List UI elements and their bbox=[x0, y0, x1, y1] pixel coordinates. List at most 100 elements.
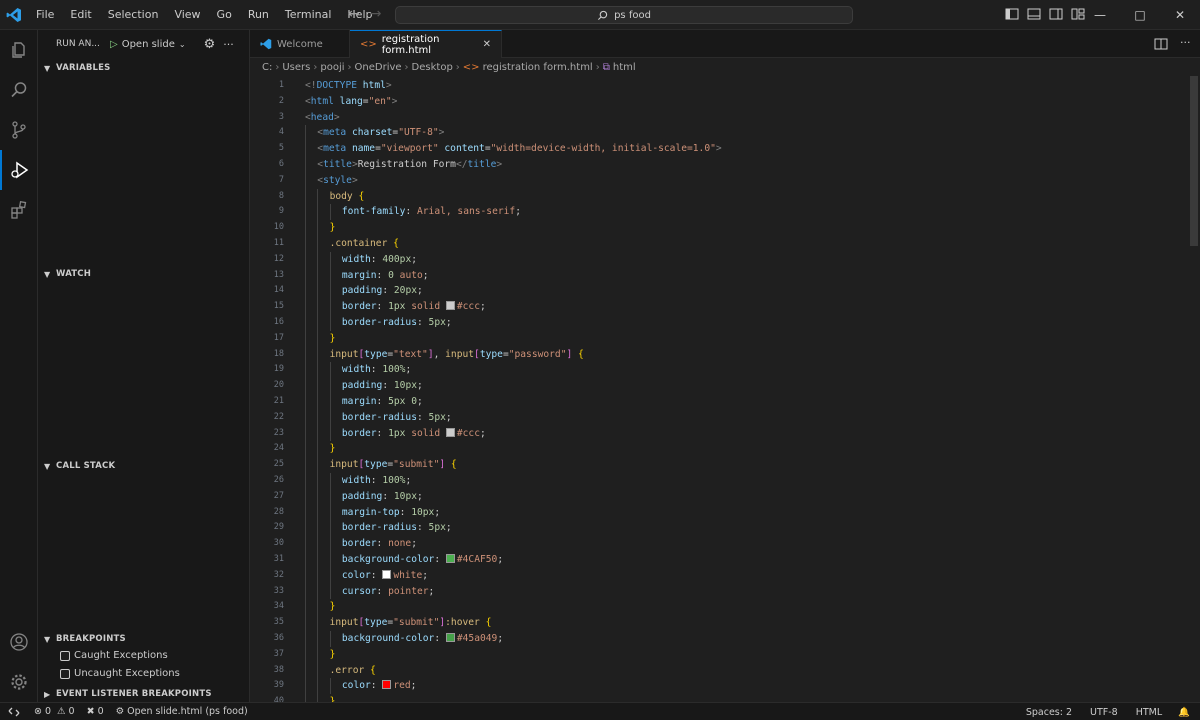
code-line[interactable]: 34} bbox=[250, 599, 1190, 616]
menu-terminal[interactable]: Terminal bbox=[277, 0, 340, 30]
menu-file[interactable]: File bbox=[28, 0, 62, 30]
code-line[interactable]: 10} bbox=[250, 220, 1190, 236]
code-line[interactable]: 11 .container { bbox=[250, 236, 1190, 252]
language-status[interactable]: HTML bbox=[1130, 707, 1168, 718]
code-line[interactable]: 37} bbox=[250, 646, 1190, 663]
chevron-down-icon[interactable]: ⌄ bbox=[179, 40, 186, 49]
checkbox[interactable] bbox=[60, 668, 70, 679]
breakpoint-caught-exceptions[interactable]: Caught Exceptions bbox=[60, 650, 168, 661]
section-watch[interactable]: ▼ WATCH bbox=[38, 263, 250, 285]
menu-go[interactable]: Go bbox=[209, 0, 240, 30]
code-line[interactable]: 35 input[type="submit"]:hover { bbox=[250, 615, 1190, 631]
color-swatch[interactable] bbox=[445, 633, 455, 642]
code-line[interactable]: 26 width: 100%; bbox=[250, 473, 1190, 489]
code-line[interactable]: 28 margin-top: 10px; bbox=[250, 504, 1190, 521]
color-swatch[interactable] bbox=[382, 680, 392, 690]
code-line[interactable]: 6 <title>Registration Form</title> bbox=[250, 157, 1190, 173]
search-view-icon[interactable] bbox=[0, 70, 38, 110]
code-line[interactable]: 1 <!DOCTYPE html> bbox=[250, 78, 1190, 94]
source-control-icon[interactable] bbox=[0, 110, 38, 150]
code-line[interactable]: 20 padding: 10px; bbox=[250, 378, 1190, 394]
accounts-icon[interactable] bbox=[0, 622, 38, 662]
checkbox[interactable] bbox=[60, 650, 70, 661]
code-line[interactable]: 29 border-radius: 5px; bbox=[250, 520, 1190, 537]
more-actions-icon[interactable]: ··· bbox=[1180, 36, 1191, 49]
editor-scrollbar[interactable] bbox=[1188, 76, 1200, 702]
code-line[interactable]: 22 border-radius: 5px; bbox=[250, 409, 1190, 426]
section-call-stack[interactable]: ▼ CALL STACK bbox=[38, 455, 250, 477]
section-variables[interactable]: ▼ VARIABLES bbox=[38, 57, 250, 79]
code-line[interactable]: 31 background-color: #4CAF50; bbox=[250, 552, 1190, 568]
code-line[interactable]: 5 <meta name="viewport" content="width=de… bbox=[250, 141, 1190, 157]
code-line[interactable]: 27 padding: 10px; bbox=[250, 488, 1190, 505]
extensions-icon[interactable] bbox=[0, 190, 38, 230]
breakpoint-uncaught-exceptions[interactable]: Uncaught Exceptions bbox=[60, 668, 180, 679]
close-window-icon[interactable]: ✕ bbox=[1160, 0, 1200, 30]
run-and-debug-icon[interactable] bbox=[0, 150, 38, 190]
open-launch-json-gear-icon[interactable]: ⚙ bbox=[204, 37, 216, 52]
problems-indicator[interactable]: ⊗ 0 ⚠ 0 bbox=[28, 706, 81, 717]
code-line[interactable]: 14 padding: 20px; bbox=[250, 283, 1190, 300]
code-line[interactable]: 2 <html lang="en"> bbox=[250, 94, 1190, 110]
code-editor[interactable]: 1 <!DOCTYPE html> 2 <html lang="en"> 3 <head>… bbox=[250, 76, 1190, 702]
code-line[interactable]: 18 input[type="text"], input[type="passwo… bbox=[250, 346, 1190, 363]
remote-indicator-icon[interactable] bbox=[0, 703, 28, 720]
split-editor-icon[interactable] bbox=[1154, 37, 1168, 54]
manage-gear-icon[interactable] bbox=[0, 662, 38, 702]
code-line[interactable]: 40} bbox=[250, 694, 1190, 702]
code-line[interactable]: 38 .error { bbox=[250, 662, 1190, 679]
color-swatch[interactable] bbox=[445, 301, 455, 311]
toggle-panel-icon[interactable] bbox=[1027, 7, 1041, 21]
breadcrumb-item[interactable]: OneDrive bbox=[355, 62, 402, 73]
menu-edit[interactable]: Edit bbox=[62, 0, 99, 30]
color-swatch[interactable] bbox=[382, 569, 392, 579]
ports-indicator[interactable]: ✖ 0 bbox=[81, 706, 110, 717]
command-center[interactable]: ps food bbox=[395, 6, 853, 24]
color-swatch[interactable] bbox=[445, 427, 455, 437]
debug-launch-status[interactable]: ⚙ Open slide.html (ps food) bbox=[110, 706, 254, 717]
maximize-icon[interactable]: □ bbox=[1120, 0, 1160, 30]
code-line[interactable]: 8 body { bbox=[250, 188, 1190, 205]
code-line[interactable]: 15 border: 1px solid #ccc; bbox=[250, 299, 1190, 315]
code-line[interactable]: 16 border-radius: 5px; bbox=[250, 315, 1190, 331]
code-line[interactable]: 17} bbox=[250, 330, 1190, 347]
section-breakpoints[interactable]: ▼ BREAKPOINTS bbox=[38, 628, 250, 650]
code-line[interactable]: 21 margin: 5px 0; bbox=[250, 394, 1190, 410]
code-line[interactable]: 24} bbox=[250, 441, 1190, 458]
breadcrumb-item[interactable]: registration form.html bbox=[483, 62, 593, 73]
close-tab-icon[interactable]: ✕ bbox=[483, 39, 491, 50]
code-line[interactable]: 32 color: white; bbox=[250, 567, 1190, 584]
code-line[interactable]: 4 <meta charset="UTF-8"> bbox=[250, 125, 1190, 142]
more-actions-icon[interactable]: ··· bbox=[223, 38, 234, 51]
encoding-status[interactable]: UTF-8 bbox=[1078, 707, 1130, 718]
breadcrumb-item[interactable]: Users bbox=[282, 62, 310, 73]
toggle-primary-sidebar-icon[interactable] bbox=[1005, 7, 1019, 21]
breadcrumb-item[interactable]: html bbox=[613, 62, 636, 73]
breadcrumb-item[interactable]: pooji bbox=[320, 62, 344, 73]
start-debugging-button[interactable]: ▷ Open slide ⌄ bbox=[106, 37, 190, 52]
tab-registration-form[interactable]: <> registration form.html ✕ bbox=[350, 30, 502, 58]
indentation-status[interactable]: Spaces: 2 bbox=[1020, 707, 1078, 718]
code-line[interactable]: 3 <head> bbox=[250, 110, 1190, 126]
breadcrumb-item[interactable]: Desktop bbox=[412, 62, 453, 73]
forward-arrow-icon[interactable]: → bbox=[370, 6, 382, 22]
menu-view[interactable]: View bbox=[166, 0, 208, 30]
menu-selection[interactable]: Selection bbox=[100, 0, 167, 30]
code-line[interactable]: 39 color: red; bbox=[250, 678, 1190, 695]
code-line[interactable]: 19 width: 100%; bbox=[250, 362, 1190, 379]
color-swatch[interactable] bbox=[445, 554, 455, 563]
code-line[interactable]: 33 cursor: pointer; bbox=[250, 583, 1190, 600]
minimize-icon[interactable]: — bbox=[1080, 0, 1120, 30]
code-line[interactable]: 25 input[type="submit"] { bbox=[250, 457, 1190, 473]
back-arrow-icon[interactable]: ← bbox=[348, 6, 360, 22]
menu-run[interactable]: Run bbox=[240, 0, 277, 30]
code-line[interactable]: 36 background-color: #45a049; bbox=[250, 631, 1190, 647]
code-line[interactable]: 30 border: none; bbox=[250, 536, 1190, 552]
code-line[interactable]: 23 border: 1px solid #ccc; bbox=[250, 425, 1190, 442]
code-line[interactable]: 9 font-family: Arial, sans-serif; bbox=[250, 204, 1190, 221]
code-line[interactable]: 13 margin: 0 auto; bbox=[250, 267, 1190, 284]
notifications-bell-icon[interactable]: 🔔 bbox=[1168, 707, 1200, 718]
explorer-icon[interactable] bbox=[0, 30, 38, 70]
code-line[interactable]: 12 width: 400px; bbox=[250, 251, 1190, 268]
code-line[interactable]: 7 <style> bbox=[250, 172, 1190, 189]
